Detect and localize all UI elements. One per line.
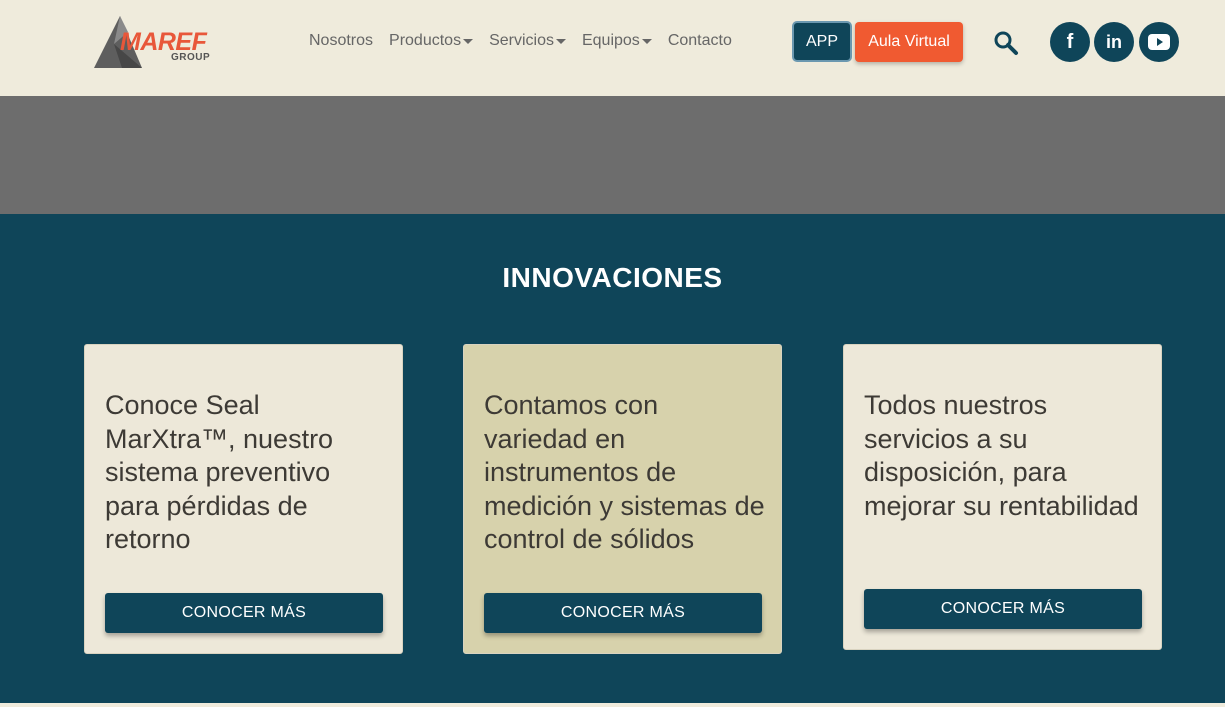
innovation-card: Todos nuestros servicios a su disposició… <box>843 344 1162 650</box>
card-text: Contamos con variedad en instrumentos de… <box>484 390 765 554</box>
caret-down-icon <box>463 38 474 44</box>
app-button[interactable]: APP <box>792 21 852 62</box>
nav-label: Nosotros <box>309 32 374 49</box>
hero-banner <box>0 96 1225 214</box>
nav-item-contacto[interactable]: Contacto <box>660 30 740 52</box>
innovation-card: Conoce Seal MarXtra™, nuestro sistema pr… <box>84 344 403 654</box>
nav-label: Contacto <box>667 32 732 49</box>
card-text: Todos nuestros servicios a su disposició… <box>864 390 1139 521</box>
conocer-mas-button[interactable]: CONOCER MÁS <box>105 593 383 633</box>
nav-item-equipos[interactable]: Equipos <box>574 30 660 52</box>
caret-down-icon <box>641 38 652 44</box>
caret-down-icon <box>555 38 566 44</box>
section-title: INNOVACIONES <box>502 262 723 293</box>
aula-virtual-button[interactable]: Aula Virtual <box>855 22 963 62</box>
facebook-icon[interactable]: f <box>1050 22 1090 62</box>
conocer-mas-button[interactable]: CONOCER MÁS <box>484 593 762 633</box>
nav-item-servicios[interactable]: Servicios <box>481 30 574 52</box>
linkedin-icon[interactable]: in <box>1094 22 1134 62</box>
search-icon[interactable] <box>993 30 1019 56</box>
conocer-mas-button[interactable]: CONOCER MÁS <box>864 589 1142 629</box>
nav-item-nosotros[interactable]: Nosotros <box>301 30 381 52</box>
innovation-card: Contamos con variedad en instrumentos de… <box>463 344 782 654</box>
logo-subtitle: GROUP <box>171 52 211 63</box>
main-nav: Nosotros Productos Servicios Equipos Con… <box>301 30 740 52</box>
nav-label: Servicios <box>489 32 554 49</box>
nav-item-productos[interactable]: Productos <box>381 30 481 52</box>
youtube-icon[interactable] <box>1139 22 1179 62</box>
nav-label: Equipos <box>581 32 640 49</box>
maref-logo[interactable]: MAREF GROUP <box>92 14 222 70</box>
site-header: MAREF GROUP Nosotros Productos Servicios… <box>0 0 1225 96</box>
footer-edge <box>0 703 1225 707</box>
card-text: Conoce Seal MarXtra™, nuestro sistema pr… <box>105 390 334 554</box>
nav-label: Productos <box>389 32 462 49</box>
